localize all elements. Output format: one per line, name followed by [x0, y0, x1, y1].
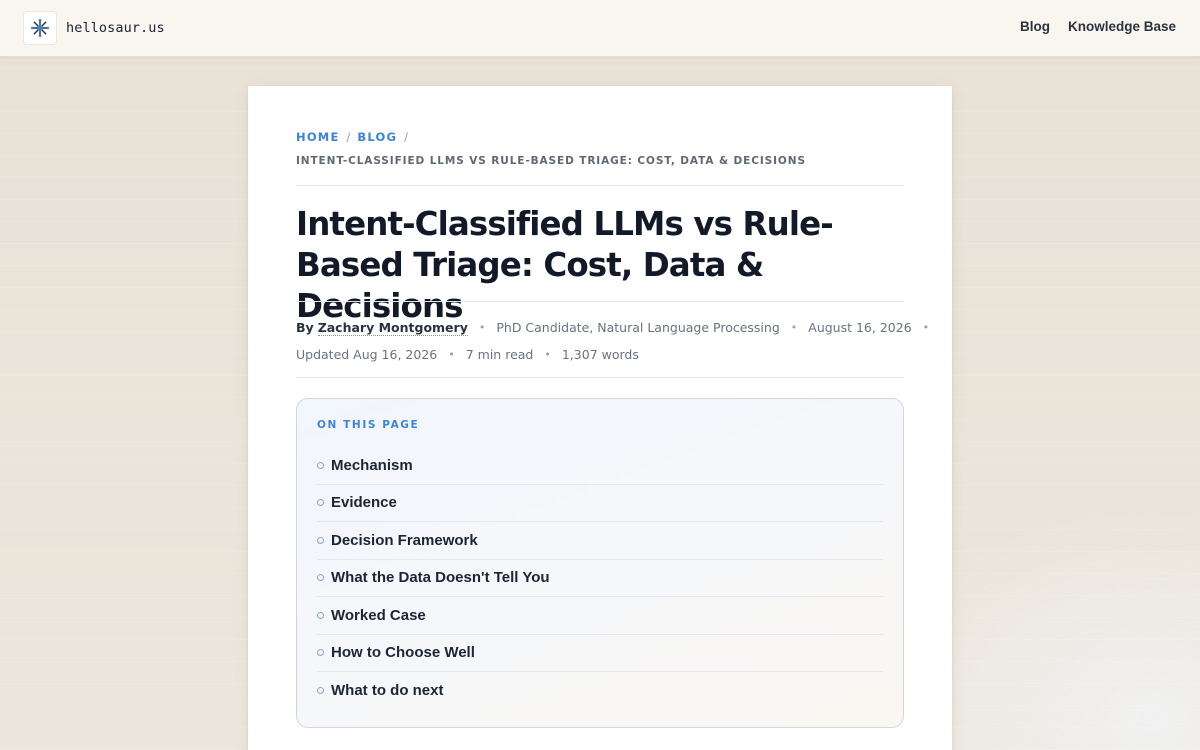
byline-prefix: By	[296, 320, 314, 335]
published-date: August 16, 2026	[808, 320, 912, 335]
circle-bullet-icon	[317, 499, 324, 507]
meta-separator: •	[790, 321, 798, 334]
nav-link-knowledge-base[interactable]: Knowledge Base	[1068, 19, 1176, 34]
toc-link[interactable]: Mechanism	[331, 457, 413, 474]
toc-link[interactable]: Decision Framework	[331, 532, 478, 549]
author-role: PhD Candidate, Natural Language Processi…	[496, 320, 780, 335]
toc-link[interactable]: What to do next	[331, 682, 444, 699]
toc-item-how-to-choose-well[interactable]: How to Choose Well	[317, 635, 883, 672]
circle-bullet-icon	[317, 649, 324, 657]
toc-item-worked-case[interactable]: Worked Case	[317, 597, 883, 635]
nav-link-blog[interactable]: Blog	[1020, 19, 1050, 34]
breadcrumb-separator: /	[346, 130, 351, 144]
toc-item-what-the-data-doesnt-tell-you[interactable]: What the Data Doesn't Tell You	[317, 560, 883, 597]
toc-item-what-to-do-next[interactable]: What to do next	[317, 672, 883, 710]
top-nav: Blog Knowledge Base	[1020, 19, 1176, 34]
meta-separator: •	[448, 348, 455, 361]
divider	[296, 377, 904, 378]
circle-bullet-icon	[317, 687, 324, 695]
toc-item-evidence[interactable]: Evidence	[317, 485, 883, 522]
toc-link[interactable]: Evidence	[331, 494, 397, 511]
word-count: 1,307 words	[561, 347, 639, 362]
breadcrumb-blog[interactable]: BLOG	[357, 130, 397, 144]
read-time: 7 min read	[465, 347, 534, 362]
brand-name: hellosaur.us	[66, 20, 165, 36]
divider	[296, 185, 904, 186]
toc-item-mechanism[interactable]: Mechanism	[317, 447, 883, 485]
page-title: Intent-Classified LLMs vs Rule-Based Tri…	[296, 205, 834, 325]
breadcrumb-current: INTENT-CLASSIFIED LLMS VS RULE-BASED TRI…	[296, 155, 806, 167]
circle-bullet-icon	[317, 611, 324, 619]
breadcrumb-separator: /	[404, 130, 408, 144]
toc-link[interactable]: What the Data Doesn't Tell You	[331, 569, 550, 586]
article-meta: By Zachary Montgomery • PhD Candidate, N…	[296, 314, 929, 368]
circle-bullet-icon	[317, 536, 324, 544]
toc-link[interactable]: How to Choose Well	[331, 644, 475, 661]
circle-bullet-icon	[317, 574, 324, 582]
table-of-contents: ON THIS PAGE Mechanism Evidence Decision…	[296, 398, 904, 728]
toc-heading: ON THIS PAGE	[317, 419, 420, 431]
breadcrumb: HOME / BLOG /	[296, 130, 415, 144]
meta-separator: •	[478, 321, 486, 334]
toc-link[interactable]: Worked Case	[331, 607, 426, 624]
circle-bullet-icon	[317, 461, 324, 469]
snowflake-spark-icon	[24, 12, 56, 44]
meta-separator: •	[922, 321, 930, 334]
meta-separator: •	[544, 348, 551, 361]
toc-list: Mechanism Evidence Decision Framework Wh…	[317, 447, 883, 710]
site-header: hellosaur.us Blog Knowledge Base	[0, 0, 1200, 57]
updated-date: Updated Aug 16, 2026	[296, 347, 438, 362]
divider	[296, 301, 904, 302]
author-link[interactable]: Zachary Montgomery	[317, 320, 468, 336]
breadcrumb-home[interactable]: HOME	[296, 130, 340, 144]
article-card: HOME / BLOG / INTENT-CLASSIFIED LLMS VS …	[248, 86, 952, 750]
toc-item-decision-framework[interactable]: Decision Framework	[317, 522, 883, 560]
brand-link[interactable]: hellosaur.us	[24, 12, 165, 44]
